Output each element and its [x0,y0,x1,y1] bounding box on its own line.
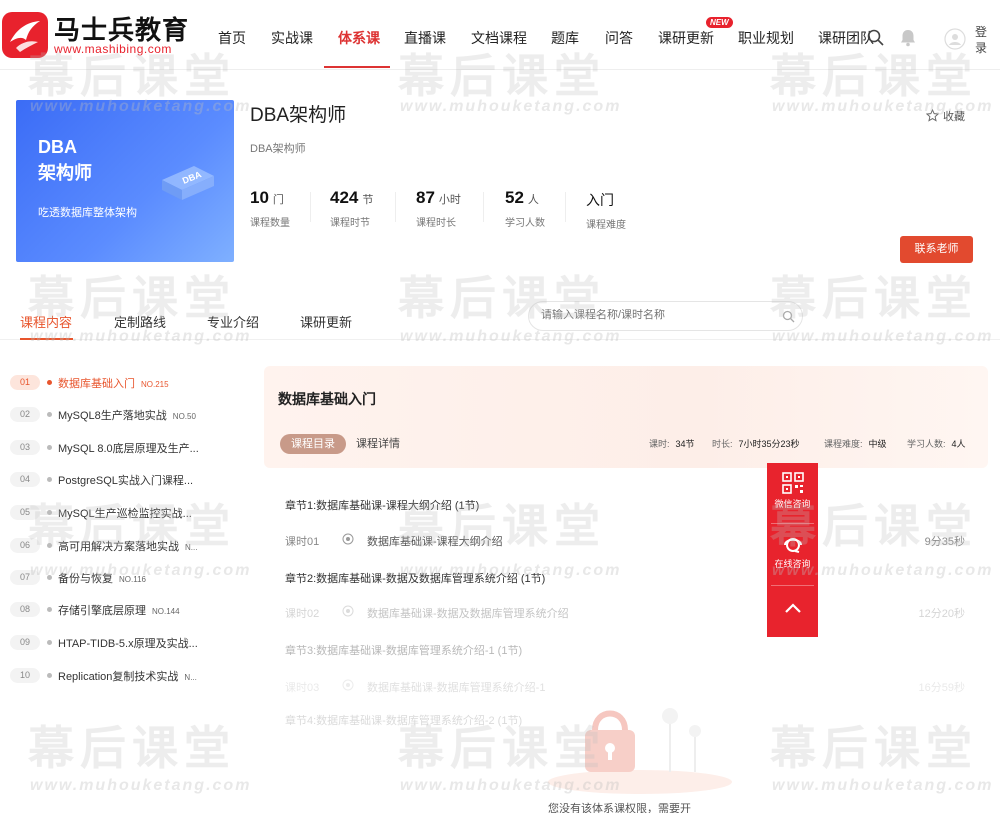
nav-item-docs[interactable]: 文档课程 [471,28,527,48]
panel-title: 数据库基础入门 [278,391,376,407]
back-to-top-button[interactable] [767,597,818,623]
tab-course-content[interactable]: 课程内容 [20,312,72,331]
lesson-row[interactable]: 课时02 数据库基础课-数据及数据库管理系统介绍 12分20秒 [285,603,965,621]
sidebar-item[interactable]: 06 高可用解决方案落地实战 N... [10,535,230,557]
float-divider [771,523,814,524]
meta-difficulty: 课程难度: 中级 [824,439,887,449]
chevron-up-icon [784,603,801,613]
sidebar-item[interactable]: 10 Replication复制技术实战 N... [10,665,230,687]
tab-research-updates[interactable]: 课研更新 [300,312,352,331]
search-icon[interactable] [782,310,795,323]
sidebar-item[interactable]: 05 MySQL生产巡检监控实战... [10,502,230,524]
contact-teacher-button[interactable]: 联系老师 [900,236,973,263]
login-link[interactable]: 登录 [975,24,989,56]
star-icon [925,108,940,122]
sidebar-item[interactable]: 02 MySQL8生产落地实战 NO.50 [10,404,230,426]
meta-duration: 时长: 7小时35分23秒 [712,439,800,449]
headset-icon [783,538,802,553]
nav-item-career[interactable]: 职业规划 [738,28,794,48]
sidebar-item[interactable]: 03 MySQL 8.0底层原理及生产... [10,437,230,459]
nav-item-practice[interactable]: 实战课 [271,28,313,48]
floating-consult-bar: 微信咨询 在线咨询 [767,463,818,637]
nav-item-qa[interactable]: 问答 [605,28,633,48]
lesson-row[interactable]: 课时01 数据库基础课-课程大纲介绍 9分35秒 [285,531,965,549]
tab-active-underline [20,338,73,340]
course-subtitle: DBA架构师 [250,143,306,155]
stat-lessons: 424 节 课程时节 [330,188,374,229]
tab-custom-route[interactable]: 定制路线 [114,312,166,331]
play-icon [342,605,354,617]
permission-notice: 您没有该体系课权限，需要开 [548,803,691,813]
online-consult-button[interactable]: 在线咨询 [767,531,818,570]
tab-major-intro[interactable]: 专业介绍 [207,312,259,331]
sidebar-item[interactable]: 01 数据库基础入门 NO.215 [10,372,230,394]
logo-url: www.mashibing.com [54,42,172,56]
nav-item-questions[interactable]: 题库 [551,28,579,48]
nav-item-system[interactable]: 体系课 [338,28,380,48]
play-icon [342,533,354,545]
qr-code-icon [781,472,804,494]
nav-item-live[interactable]: 直播课 [404,28,446,48]
avatar-icon[interactable] [944,28,966,50]
lock-icon [548,708,732,794]
brand-logo[interactable]: 马士兵教育 www.mashibing.com [2,8,192,62]
cover-subtitle: 吃透数据库整体架构 [38,207,137,219]
float-divider [771,585,814,586]
course-search-input[interactable] [541,309,771,321]
stat-divider [395,192,396,222]
meta-lessons: 课时: 34节 [649,439,695,449]
search-icon[interactable] [866,28,886,48]
subtab-catalog[interactable]: 课程目录 [280,434,346,454]
wechat-consult-button[interactable]: 微信咨询 [767,471,818,510]
top-header: 马士兵教育 www.mashibing.com 首页 实战课 体系课 直播课 文… [0,0,1000,70]
favorite-button[interactable]: 收藏 [925,108,965,124]
sidebar-item[interactable]: 09 HTAP-TIDB-5.x原理及实战... [10,632,230,654]
stat-course-count: 10 门 课程数量 [250,188,290,229]
stat-duration: 87 小时 课程时长 [416,188,461,229]
course-search [528,301,803,331]
chapter-title[interactable]: 章节4:数据库基础课-数据库管理系统介绍-2 (1节) [285,712,522,728]
course-title: DBA架构师 [250,105,347,126]
cover-title: DBA 架构师 [38,137,92,183]
stat-learners: 52 人 学习人数 [505,188,545,229]
course-cover: DBA 架构师 DBA 吃透数据库整体架构 [16,100,234,262]
stat-divider [565,192,566,222]
chapter-title[interactable]: 章节3:数据库基础课-数据库管理系统介绍-1 (1节) [285,642,522,658]
new-badge: NEW [706,17,733,28]
content-tabs: 课程内容 定制路线 专业介绍 课研更新 [0,290,1000,340]
nav-active-underline [324,66,390,68]
subtab-details[interactable]: 课程详情 [356,434,400,454]
course-panel-header: 数据库基础入门 课程目录 课程详情 课时: 34节 时长: 7小时35分23秒 课程… [264,366,988,468]
sidebar-item[interactable]: 07 备份与恢复 NO.116 [10,567,230,589]
nav-item-updates[interactable]: 课研更新 [658,28,714,48]
sidebar-item[interactable]: 04 PostgreSQL实战入门课程... [10,469,230,491]
play-icon [342,679,354,691]
database-icon: DBA [162,166,214,200]
sidebar-item[interactable]: 08 存储引擎底层原理 NO.144 [10,599,230,621]
meta-learners: 学习人数: 4人 [907,439,966,449]
stat-divider [310,192,311,222]
nav-item-home[interactable]: 首页 [218,28,246,48]
chapter-title[interactable]: 章节1:数据库基础课-课程大纲介绍 (1节) [285,497,479,513]
logo-mark-icon [2,12,48,58]
chapter-title[interactable]: 章节2:数据库基础课-数据及数据库管理系统介绍 (1节) [285,570,545,586]
bell-icon[interactable] [898,28,918,48]
stat-divider [483,192,484,222]
stat-difficulty: 入门 课程难度 [586,192,626,231]
